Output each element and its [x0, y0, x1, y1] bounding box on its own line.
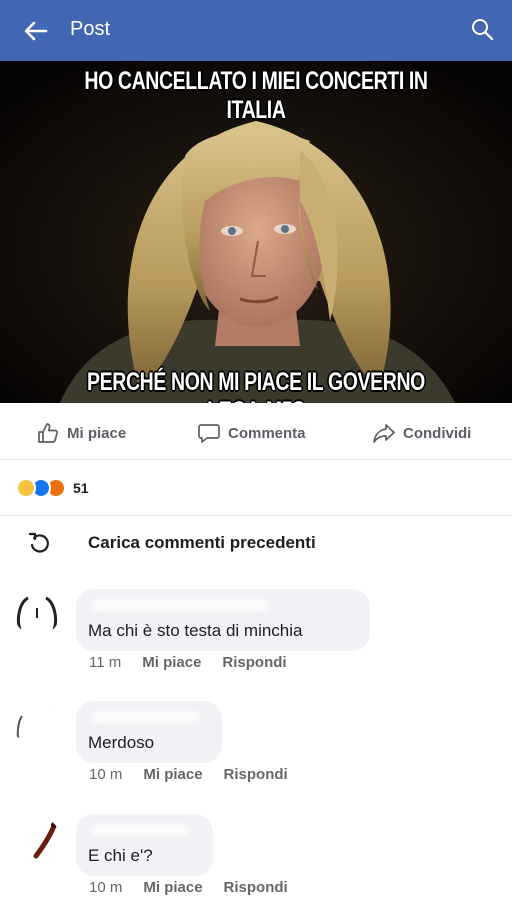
comment-like-link[interactable]: Mi piace	[142, 654, 201, 671]
page-title: Post	[70, 18, 111, 40]
comment-reply-link[interactable]: Rispondi	[224, 766, 288, 783]
comment-button[interactable]: Commenta	[197, 420, 306, 446]
meme-caption-top: HO CANCELLATO I MIEI CONCERTI IN ITALIA	[84, 67, 428, 124]
redacted-author-name	[90, 599, 270, 611]
search-icon[interactable]	[470, 17, 494, 41]
post-page: { "header": { "title": "Post", "back_ico…	[0, 0, 512, 900]
comment-time: 10 m	[89, 879, 123, 896]
comment-reply-link[interactable]: Rispondi	[222, 654, 286, 671]
redacted-author-name	[90, 711, 200, 723]
load-previous-comments[interactable]: Carica commenti precedenti	[26, 530, 316, 556]
meme-caption-bottom: PERCHÉ NON MI PIACE IL GOVERNO LEGA-M5S	[87, 368, 425, 403]
comment-time: 10 m	[89, 766, 123, 783]
divider	[0, 515, 512, 516]
share-label: Condividi	[403, 424, 472, 442]
comment-bubble[interactable]: Merdoso	[76, 701, 222, 763]
post-actions: Mi piace Commenta Condividi	[0, 404, 512, 460]
comment-text: Ma chi è sto testa di minchia	[88, 621, 303, 640]
comment-like-link[interactable]: Mi piace	[143, 879, 202, 896]
share-button[interactable]: Condividi	[372, 420, 471, 446]
thumbs-up-icon	[38, 423, 58, 443]
comment-text: Merdoso	[88, 733, 155, 752]
comment-bubble[interactable]: Ma chi è sto testa di minchia	[76, 589, 370, 651]
redacted-author-name	[90, 824, 190, 836]
avatar[interactable]	[14, 702, 60, 748]
like-button[interactable]: Mi piace	[36, 420, 126, 446]
comment-like-link[interactable]: Mi piace	[143, 766, 202, 783]
comment-text: E chi e'?	[88, 846, 153, 865]
comment-label: Commenta	[228, 424, 306, 442]
top-bar: Post	[0, 0, 512, 61]
avatar-icon	[14, 816, 60, 862]
comment-meta: 11 m Mi piace Rispondi	[89, 654, 287, 671]
comment-meta: 10 m Mi piace Rispondi	[89, 766, 288, 783]
avatar[interactable]	[14, 590, 60, 636]
refresh-icon	[28, 532, 49, 553]
comment-reply-link[interactable]: Rispondi	[224, 879, 288, 896]
reaction-count: 51	[73, 480, 89, 496]
load-previous-label: Carica commenti precedenti	[88, 533, 316, 552]
share-arrow-icon	[373, 424, 395, 443]
comment-time: 11 m	[89, 654, 122, 671]
comment-bubble[interactable]: E chi e'?	[76, 814, 213, 876]
avatar-icon	[14, 590, 60, 636]
arrow-left-icon[interactable]	[22, 18, 48, 44]
post-image[interactable]: HO CANCELLATO I MIEI CONCERTI IN ITALIA …	[0, 61, 512, 403]
avatar-icon	[14, 702, 60, 748]
like-label: Mi piace	[67, 424, 127, 442]
reactions-summary[interactable]: 51	[16, 476, 89, 500]
avatar[interactable]	[14, 816, 60, 862]
haha-reaction-icon	[16, 478, 36, 498]
comment-bubble-icon	[198, 424, 220, 443]
comment-meta: 10 m Mi piace Rispondi	[89, 879, 288, 896]
